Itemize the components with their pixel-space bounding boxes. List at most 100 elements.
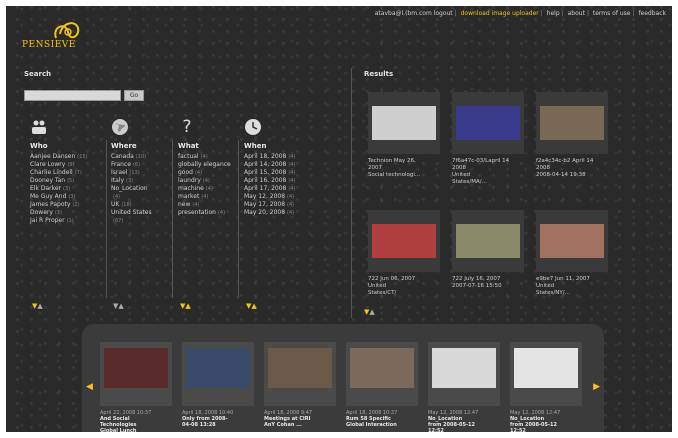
where-facet-label[interactable]: France [111,161,131,168]
results-sort-arrows[interactable]: ▼▲ [364,308,375,316]
when-facet-label[interactable]: May 20, 2008 [244,209,285,216]
sort-up-icon[interactable]: ▲ [185,302,190,310]
result-thumbnail[interactable] [452,92,524,154]
photo-image[interactable] [540,224,604,258]
photo-image[interactable] [456,224,520,258]
strip-thumbnail[interactable] [510,342,582,406]
when-facet-label[interactable]: May 12, 2008 [244,193,285,200]
sort-up-icon[interactable]: ▲ [369,308,374,316]
result-thumbnail[interactable] [368,92,440,154]
result-thumbnail[interactable] [452,210,524,272]
when-facet-item[interactable]: May 20, 2008 (4) [244,209,314,217]
help-link[interactable]: help [547,10,560,17]
photo-image[interactable] [432,348,496,388]
where-facet-item[interactable]: UK (18) [111,201,181,209]
who-facet-item[interactable]: James Papoty (2) [30,201,100,209]
where-facet-label[interactable]: United States [111,209,152,216]
who-facet-label[interactable]: Me Guy And [30,193,66,200]
where-facet-item[interactable]: Israel (13) [111,169,181,177]
where-facet-item[interactable]: Italy (3) [111,177,181,185]
photo-image[interactable] [372,106,436,140]
sort-up-icon[interactable]: ▲ [37,302,42,310]
who-facet-item[interactable]: Clare Lowry (9) [30,161,100,169]
who-facet-item[interactable]: Charlie Lindell (7) [30,169,100,177]
photo-image[interactable] [104,348,168,388]
who-facet-item[interactable]: Me Guy And (3) [30,193,100,201]
when-facet-label[interactable]: May 17, 2008 [244,201,285,208]
feedback-link[interactable]: feedback [638,10,666,17]
when-facet-item[interactable]: April 16, 2008 (4) [244,177,314,185]
where-facet-label[interactable]: No_Location [111,185,148,192]
who-sort-arrows[interactable]: ▼▲ [32,302,43,310]
what-facet-label[interactable]: globally elegance [178,161,231,168]
download-uploader-link[interactable]: download image uploader [461,10,539,17]
photo-image[interactable] [456,106,520,140]
scroll-left-icon[interactable]: ◀ [86,382,93,392]
when-facet-item[interactable]: May 17, 2008 (4) [244,201,314,209]
who-facet-label[interactable]: Elk Darker [30,185,61,192]
where-facet-label[interactable]: Italy [111,177,124,184]
where-facet-item[interactable]: France (6) [111,161,181,169]
when-facet-label[interactable]: April 14, 2008 [244,161,286,168]
terms-link[interactable]: terms of use [593,10,631,17]
sort-up-icon[interactable]: ▲ [118,302,123,310]
where-facet-item[interactable]: (67) [111,217,181,225]
what-facet-label[interactable]: market [178,193,199,200]
where-facet-item[interactable]: No_Location [111,185,181,193]
scroll-right-icon[interactable]: ▶ [593,382,600,392]
photo-image[interactable] [350,348,414,388]
photo-image[interactable] [540,106,604,140]
photo-image[interactable] [186,348,250,388]
when-facet-label[interactable]: April 18, 2008 [244,153,286,160]
user-logout-link[interactable]: atavba@l.(bm.com logout [375,10,453,17]
where-facet-item[interactable]: United States [111,209,181,217]
when-facet-item[interactable]: May 12, 2008 (4) [244,193,314,201]
who-facet-label[interactable]: Aanjee Dansen [30,153,75,160]
when-sort-arrows[interactable]: ▼▲ [246,302,257,310]
where-facet-item[interactable]: Canada (10) [111,153,181,161]
go-button[interactable]: Go [124,90,144,101]
strip-thumbnail[interactable] [346,342,418,406]
who-facet-item[interactable]: Dowery (1) [30,209,100,217]
who-facet-label[interactable]: Dooney Tan [30,177,65,184]
photo-image[interactable] [268,348,332,388]
who-facet-item[interactable]: Dooney Tan (5) [30,177,100,185]
photo-image[interactable] [514,348,578,388]
where-facet-item[interactable]: (4) [111,193,181,201]
when-facet-label[interactable]: April 17, 2008 [244,185,286,192]
sort-up-icon[interactable]: ▲ [251,302,256,310]
what-sort-arrows[interactable]: ▼▲ [180,302,191,310]
result-thumbnail[interactable] [536,92,608,154]
strip-thumbnail[interactable] [428,342,500,406]
what-facet-label[interactable]: new [178,201,190,208]
when-facet-label[interactable]: April 16, 2008 [244,177,286,184]
what-facet-label[interactable]: presentation [178,209,216,216]
when-facet-item[interactable]: April 14, 2008 (4) [244,161,314,169]
when-facet-label[interactable]: April 15, 2008 [244,169,286,176]
strip-thumbnail[interactable] [100,342,172,406]
when-facet-item[interactable]: April 17, 2008 (4) [244,185,314,193]
where-facet-label[interactable]: Israel [111,169,127,176]
where-facet-label[interactable]: UK [111,201,119,208]
result-thumbnail[interactable] [368,210,440,272]
where-sort-arrows[interactable]: ▼▲ [113,302,124,310]
who-facet-item[interactable]: Elk Darker (3) [30,185,100,193]
strip-thumbnail[interactable] [264,342,336,406]
who-facet-label[interactable]: Jai R Proper [30,217,65,224]
about-link[interactable]: about [568,10,585,17]
what-facet-label[interactable]: factual [178,153,199,160]
who-facet-item[interactable]: Aanjee Dansen (15) [30,153,100,161]
photo-image[interactable] [372,224,436,258]
what-facet-label[interactable]: laundry [178,177,201,184]
strip-thumbnail[interactable] [182,342,254,406]
what-facet-label[interactable]: good [178,169,193,176]
who-facet-item[interactable]: Jai R Proper (1) [30,217,100,225]
when-facet-item[interactable]: April 15, 2008 (4) [244,169,314,177]
who-facet-label[interactable]: Dowery [30,209,53,216]
who-facet-label[interactable]: Charlie Lindell [30,169,73,176]
where-facet-label[interactable]: Canada [111,153,134,160]
what-facet-label[interactable]: machine [178,185,204,192]
result-thumbnail[interactable] [536,210,608,272]
when-facet-item[interactable]: April 18, 2008 (4) [244,153,314,161]
who-facet-label[interactable]: Clare Lowry [30,161,65,168]
